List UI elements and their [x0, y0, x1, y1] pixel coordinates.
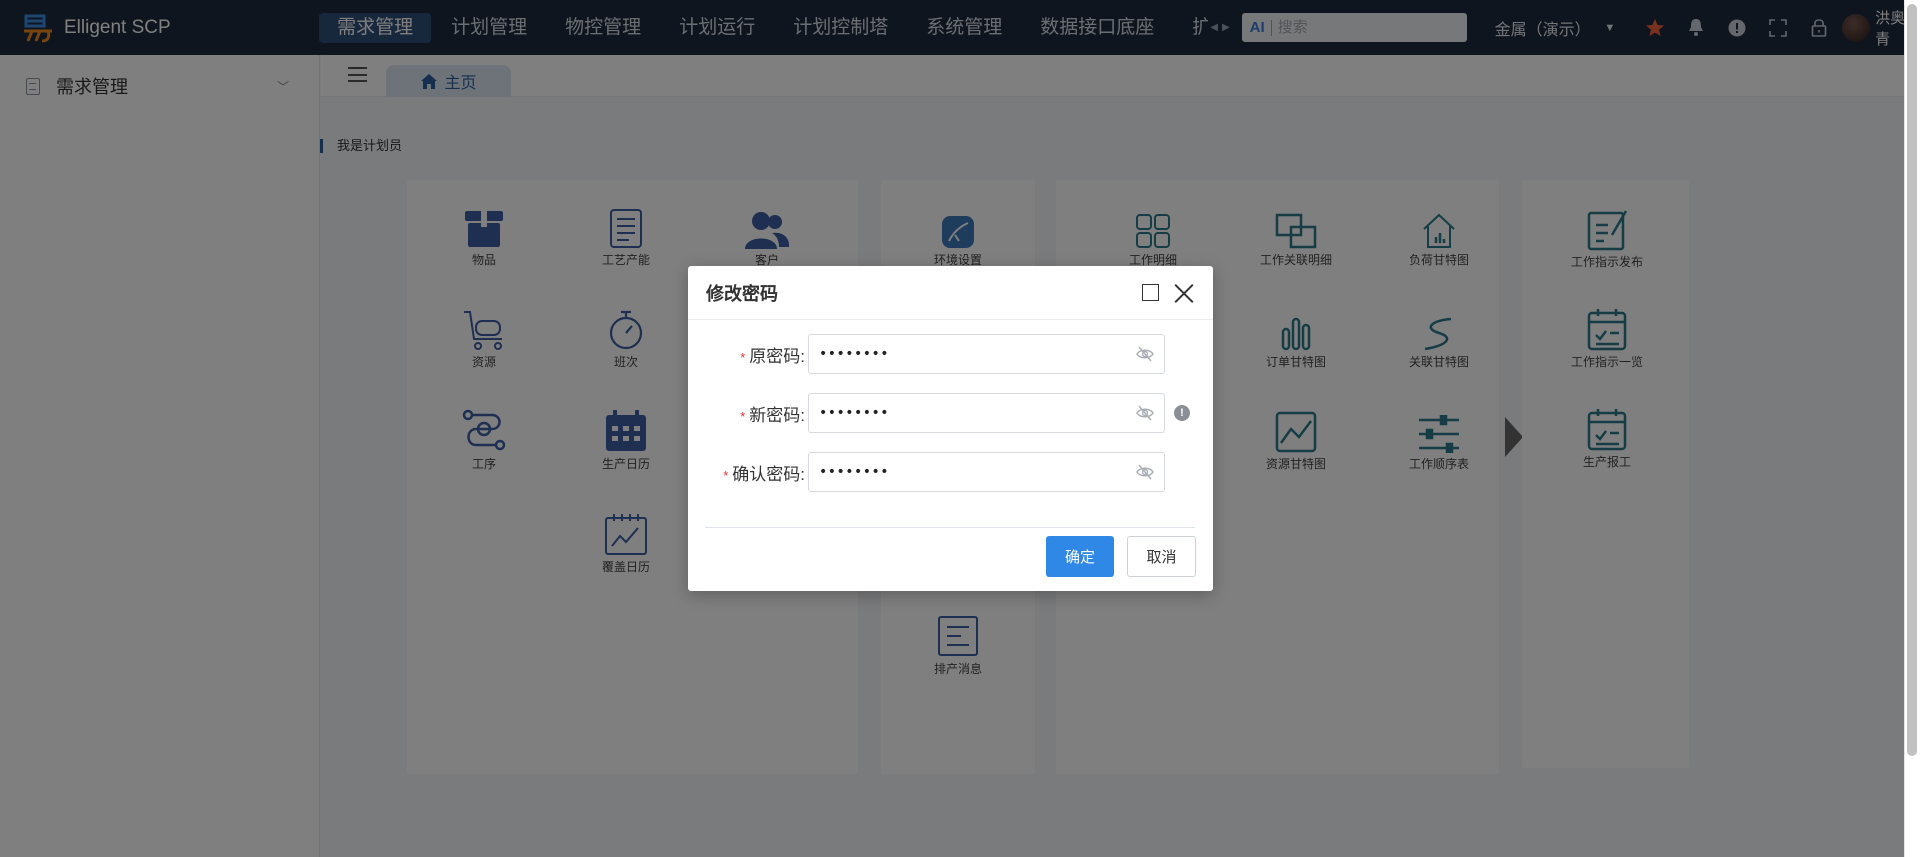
- page-scrollbar-thumb[interactable]: [1907, 4, 1917, 756]
- old-password-input[interactable]: [819, 346, 1136, 362]
- maximize-icon[interactable]: [1142, 284, 1159, 301]
- cancel-button[interactable]: 取消: [1127, 536, 1196, 577]
- eye-off-icon[interactable]: [1136, 405, 1154, 421]
- password-rule-info-icon[interactable]: !: [1174, 405, 1190, 421]
- dialog-header: 修改密码: [688, 266, 1213, 320]
- old-password-label: * 原密码:: [740, 346, 805, 366]
- confirm-password-input[interactable]: [819, 464, 1136, 480]
- dialog-title: 修改密码: [706, 283, 778, 304]
- confirm-button[interactable]: 确定: [1046, 536, 1114, 577]
- new-password-input[interactable]: [819, 405, 1136, 421]
- dialog-divider: [705, 527, 1195, 528]
- change-password-dialog: 修改密码 *原密码: *新密码: ! *确认密码: 确定 取消: [688, 266, 1213, 591]
- eye-off-icon[interactable]: [1136, 464, 1154, 480]
- confirm-password-row: * 确认密码:: [688, 452, 1213, 492]
- close-icon[interactable]: [1173, 282, 1195, 304]
- old-password-field[interactable]: [808, 334, 1165, 374]
- eye-off-icon[interactable]: [1136, 346, 1154, 362]
- confirm-password-label: * 确认密码:: [723, 464, 805, 484]
- new-password-field[interactable]: [808, 393, 1165, 433]
- confirm-password-field[interactable]: [808, 452, 1165, 492]
- new-password-row: *新密码: !: [688, 393, 1213, 433]
- old-password-row: * 原密码:: [688, 334, 1213, 374]
- new-password-label: * 新密码:: [740, 405, 805, 425]
